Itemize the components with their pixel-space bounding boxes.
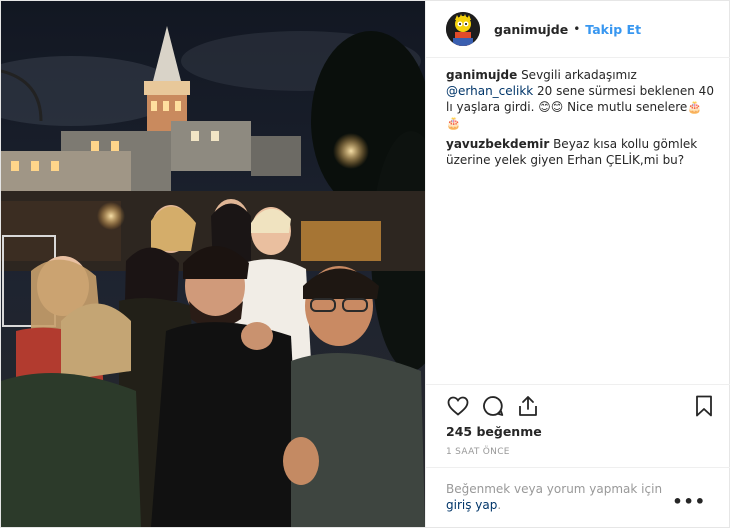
more-options-icon[interactable]: •••: [672, 492, 706, 511]
heart-icon[interactable]: [446, 394, 470, 422]
divider: [426, 467, 730, 468]
caption-text-before: Sevgili arkadaşımız: [521, 68, 637, 82]
login-prompt-suffix: .: [497, 498, 502, 512]
login-prompt-text: Beğenmek veya yorum yapmak için: [446, 482, 663, 496]
caption-mention-link[interactable]: @erhan_celikk: [446, 84, 533, 98]
separator-dot: •: [573, 22, 581, 36]
follow-button[interactable]: Takip Et: [585, 22, 641, 37]
likes-count[interactable]: 245 beğenme: [446, 424, 542, 439]
list-item: yavuzbekdemir Beyaz kısa kollu gömlek üz…: [446, 136, 716, 168]
login-link[interactable]: giriş yap: [446, 498, 497, 512]
comment-icon[interactable]: [481, 394, 505, 422]
caption-comment: ganimujde Sevgili arkadaşımız @erhan_cel…: [446, 67, 716, 131]
post-photo[interactable]: [1, 1, 425, 527]
comments-list: ganimujde Sevgili arkadaşımız @erhan_cel…: [446, 67, 716, 173]
post-sidebar: ganimujde • Takip Et ganimujde Sevgili a…: [425, 1, 730, 527]
group-night-photo: [1, 1, 425, 527]
share-icon[interactable]: [516, 394, 540, 422]
caption-username[interactable]: ganimujde: [446, 68, 517, 82]
post-header: ganimujde • Takip Et: [426, 1, 730, 58]
bookmark-icon[interactable]: [692, 394, 716, 422]
comment-username[interactable]: yavuzbekdemir: [446, 137, 549, 151]
avatar[interactable]: [446, 12, 480, 46]
divider: [426, 384, 730, 385]
post-timestamp[interactable]: 1 SAAT ÖNCE: [446, 447, 510, 457]
simpson-avatar-icon: [446, 12, 480, 46]
header-username[interactable]: ganimujde: [494, 22, 568, 37]
login-prompt: Beğenmek veya yorum yapmak için giriş ya…: [446, 481, 686, 513]
action-bar: [446, 394, 716, 420]
instagram-post: ganimujde • Takip Et ganimujde Sevgili a…: [0, 0, 730, 528]
